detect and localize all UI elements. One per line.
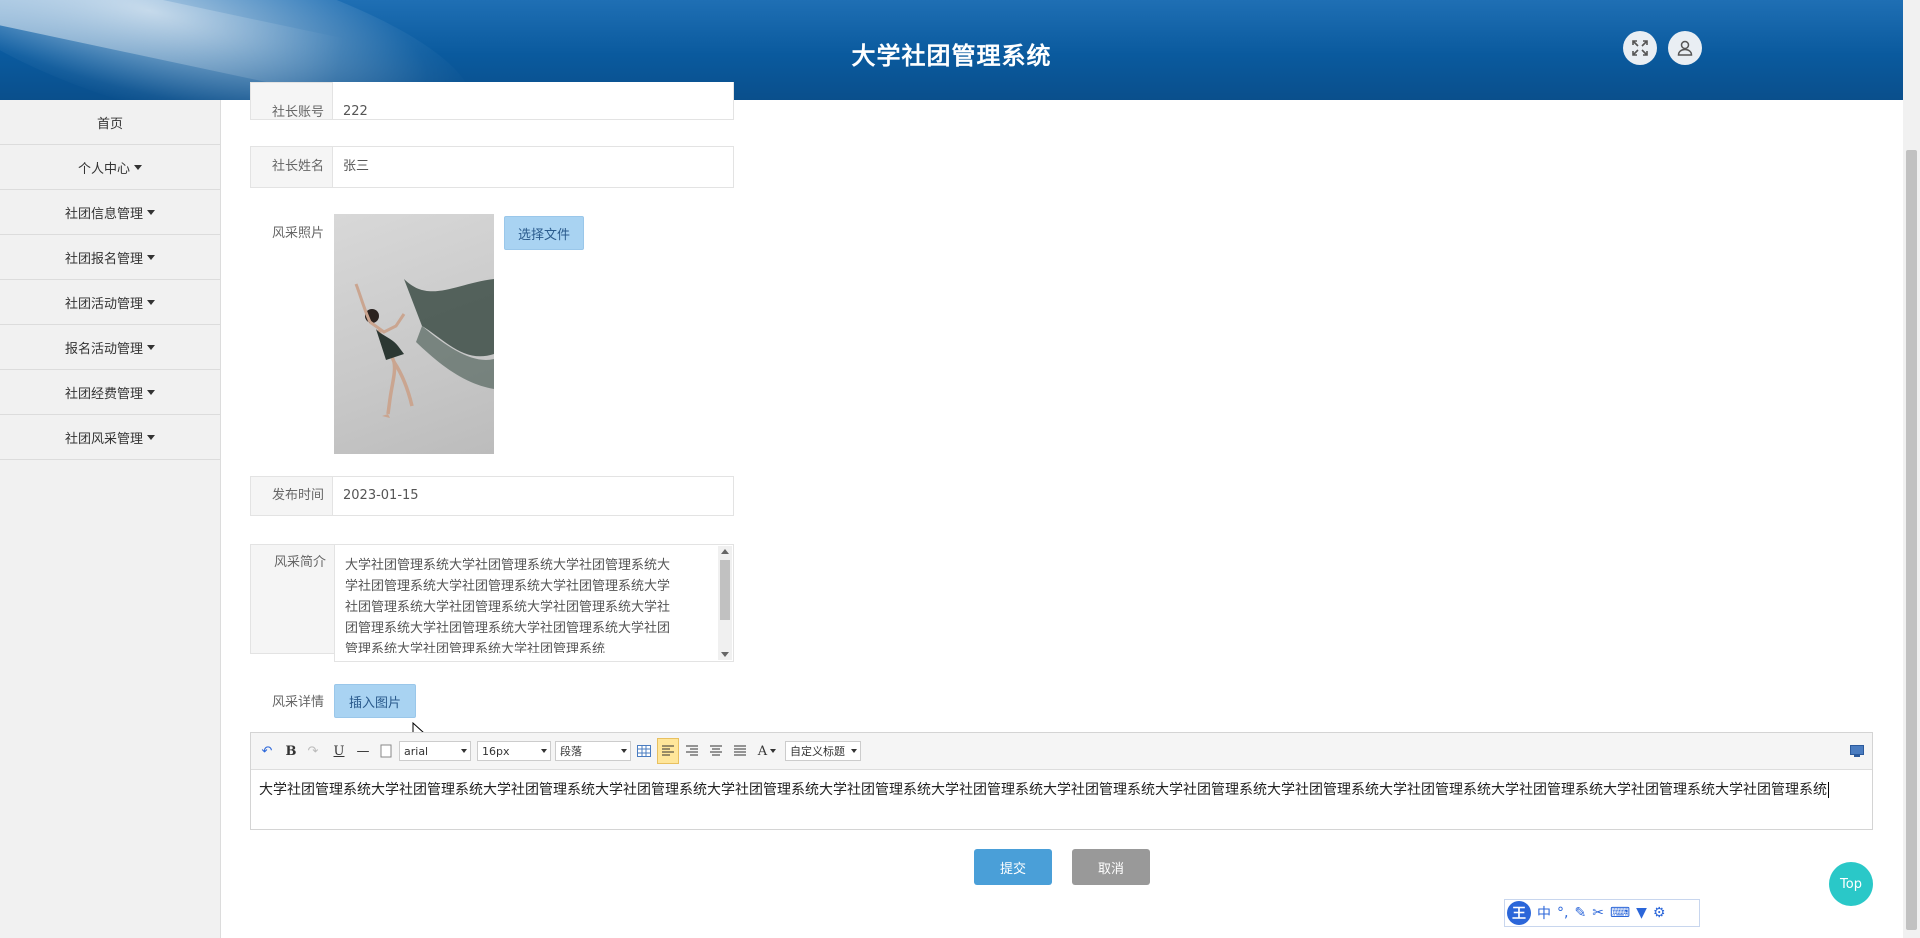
user-icon: [1677, 40, 1693, 56]
sidebar-item-label: 社团信息管理: [64, 206, 143, 222]
back-to-top-button[interactable]: Top: [1829, 862, 1873, 906]
sidebar-item-label: 社团风采管理: [64, 431, 143, 447]
table-icon[interactable]: [635, 741, 653, 761]
form-row-name: 社长姓名 张三: [250, 146, 734, 188]
field-label: 风采详情: [271, 695, 324, 710]
caret-down-icon: [147, 254, 155, 260]
font-color-label: A: [757, 743, 768, 759]
dropdown-arrow-icon: [851, 749, 857, 753]
sidebar-item-label: 社团经费管理: [64, 386, 143, 402]
sidebar-item-profile[interactable]: 个人中心: [0, 145, 220, 190]
align-right-icon[interactable]: [683, 741, 701, 761]
sidebar-item-activity-signup[interactable]: 报名活动管理: [0, 325, 220, 370]
sidebar-item-label: 社团活动管理: [64, 296, 143, 312]
scrollbar-thumb[interactable]: [720, 560, 730, 620]
align-justify-icon[interactable]: [731, 741, 749, 761]
editor-text: 大学社团管理系统大学社团管理系统大学社团管理系统大学社团管理系统大学社团管理系统…: [259, 782, 1827, 798]
dropdown-arrow-icon: [461, 749, 467, 753]
field-label: 发布时间: [250, 476, 332, 516]
pen-icon[interactable]: ✎: [1574, 905, 1586, 921]
undo-icon[interactable]: ↶: [259, 741, 275, 761]
caret-down-icon: [147, 209, 155, 215]
font-family-value: arial: [404, 744, 429, 758]
shirt-icon[interactable]: ▼: [1636, 905, 1647, 921]
rich-text-editor: ↶ B ↷ U — arial 16px 段落 A 自定义标题 大学社团管理系统: [250, 732, 1873, 830]
fullscreen-icon: [1632, 40, 1648, 56]
bold-button[interactable]: B: [283, 741, 299, 761]
sidebar-item-club-info[interactable]: 社团信息管理: [0, 190, 220, 235]
horizontal-rule-icon[interactable]: —: [355, 741, 371, 761]
sidebar-item-label: 报名活动管理: [64, 341, 143, 357]
sidebar-item-club-activity[interactable]: 社团活动管理: [0, 280, 220, 325]
dancer-illustration: [354, 279, 494, 418]
dropdown-arrow-icon: [621, 749, 627, 753]
fullscreen-button[interactable]: [1623, 31, 1657, 65]
field-label: 风采简介: [250, 544, 334, 654]
submit-button[interactable]: 提交: [974, 849, 1052, 885]
insert-image-button[interactable]: 插入图片: [334, 684, 416, 718]
name-field[interactable]: 张三: [332, 146, 734, 188]
font-size-select[interactable]: 16px: [477, 741, 551, 761]
sidebar: 首页 个人中心 社团信息管理 社团报名管理 社团活动管理 报名活动管理 社团经费…: [0, 100, 221, 938]
intro-textarea[interactable]: 大学社团管理系统大学社团管理系统大学社团管理系统大学社团管理系统大学社团管理系统…: [334, 544, 734, 662]
sidebar-item-label: 首页: [96, 116, 123, 132]
sidebar-item-home[interactable]: 首页: [0, 100, 220, 145]
sidebar-item-club-style[interactable]: 社团风采管理: [0, 415, 220, 460]
ime-punctuation-toggle[interactable]: °,: [1557, 905, 1568, 921]
align-left-icon[interactable]: [657, 738, 679, 764]
dropdown-arrow-icon: [541, 749, 547, 753]
app-title: 大学社团管理系统: [851, 42, 1052, 70]
caret-down-icon: [147, 344, 155, 350]
cancel-button[interactable]: 取消: [1072, 849, 1150, 885]
font-color-button[interactable]: A: [755, 741, 779, 761]
redo-icon[interactable]: ↷: [305, 741, 321, 761]
sidebar-item-club-funds[interactable]: 社团经费管理: [0, 370, 220, 415]
ime-logo-icon[interactable]: 王: [1507, 901, 1531, 925]
publish-date-field[interactable]: 2023-01-15: [332, 476, 734, 516]
field-label: 社长账号: [250, 82, 332, 120]
scissors-icon[interactable]: ✂: [1592, 905, 1604, 921]
caret-down-icon: [147, 299, 155, 305]
page-scrollbar[interactable]: [1903, 0, 1920, 938]
paragraph-select[interactable]: 段落: [555, 741, 631, 761]
keyboard-icon[interactable]: ⌨: [1610, 905, 1630, 921]
align-center-icon[interactable]: [707, 741, 725, 761]
form-row-date: 发布时间 2023-01-15: [250, 476, 734, 516]
custom-title-value: 自定义标题: [790, 745, 845, 758]
dropdown-arrow-icon: [770, 749, 777, 753]
sidebar-item-label: 个人中心: [77, 161, 130, 177]
scroll-up-icon[interactable]: [721, 549, 729, 554]
caret-down-icon: [147, 389, 155, 395]
text-caret: [1828, 782, 1829, 798]
field-label: 风采照片: [271, 226, 324, 241]
source-code-icon[interactable]: [1849, 741, 1865, 761]
sidebar-item-club-signup[interactable]: 社团报名管理: [0, 235, 220, 280]
editor-content[interactable]: 大学社团管理系统大学社团管理系统大学社团管理系统大学社团管理系统大学社团管理系统…: [251, 770, 1872, 811]
choose-file-button[interactable]: 选择文件: [504, 216, 584, 250]
gear-icon[interactable]: ⚙: [1653, 905, 1666, 921]
custom-title-select[interactable]: 自定义标题: [785, 741, 861, 761]
field-label: 社长姓名: [250, 146, 332, 188]
clear-format-icon[interactable]: [379, 741, 393, 761]
scroll-down-icon[interactable]: [721, 652, 729, 657]
account-field[interactable]: 222: [332, 82, 734, 120]
sidebar-item-label: 社团报名管理: [64, 251, 143, 267]
club-photo-image: [334, 214, 494, 454]
textarea-scrollbar[interactable]: [718, 546, 732, 660]
form-row-account: 社长账号 222: [250, 80, 734, 120]
caret-down-icon: [147, 434, 155, 440]
editor-toolbar: ↶ B ↷ U — arial 16px 段落 A 自定义标题: [251, 733, 1872, 770]
paragraph-value: 段落: [560, 745, 582, 758]
font-size-value: 16px: [482, 744, 510, 758]
ime-mode-toggle[interactable]: 中: [1537, 903, 1551, 923]
caret-down-icon: [134, 164, 142, 170]
intro-text: 大学社团管理系统大学社团管理系统大学社团管理系统大学社团管理系统大学社团管理系统…: [345, 558, 671, 653]
scrollbar-thumb[interactable]: [1906, 150, 1917, 930]
user-button[interactable]: [1668, 31, 1702, 65]
underline-button[interactable]: U: [331, 741, 347, 761]
font-family-select[interactable]: arial: [399, 741, 471, 761]
ime-toolbar: 王 中 °, ✎ ✂ ⌨ ▼ ⚙: [1504, 899, 1700, 927]
